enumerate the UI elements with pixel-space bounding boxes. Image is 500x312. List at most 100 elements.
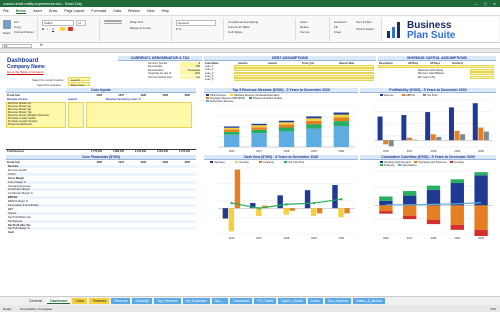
bar [222,208,229,219]
merge-center-button[interactable]: Merge & Center [130,26,151,30]
debt-header: DEBT ASSUMPTIONS [204,56,376,61]
bar [289,208,295,211]
format-painter-button[interactable]: Format Painter [14,30,34,34]
find-select-button[interactable]: Find & Select [356,27,374,31]
tab-top-revenue[interactable]: Top_Revenue [154,298,181,304]
bar [478,127,484,141]
x-tick-label: 2028 [431,149,437,153]
wc-input-row[interactable] [378,65,494,68]
menu-formulas[interactable]: Formulas [91,9,106,13]
tab-dashboard-2[interactable]: Dashboard [230,298,253,304]
wc-min-cash-input[interactable] [470,72,494,76]
bar [344,208,350,214]
name-box[interactable]: A1 [2,44,32,48]
wc-header: WORKING CAPITAL ASSUMPTIONS [378,56,496,61]
format-as-table-button[interactable]: Format as Table [228,25,249,29]
menu-view[interactable]: View [147,9,155,13]
scenario-select[interactable]: Base Case [68,82,90,87]
tab-subscript[interactable]: Subscript [132,298,153,304]
timeline-select[interactable]: Launch [68,77,90,82]
bar [251,129,267,134]
fill-color-icon[interactable] [60,27,65,31]
debt-input-row[interactable] [234,78,374,81]
financials-row: Net Profit After Tax [6,224,196,227]
number-format-select[interactable]: General [176,20,216,26]
financials-row: Revenue Growth [6,169,196,172]
conditional-formatting-button[interactable]: Conditional Formatting [228,20,258,24]
menu-help[interactable]: Help [161,9,168,13]
font-size-select[interactable]: 11 [76,20,86,26]
bar [278,127,295,132]
cell-styles-button[interactable]: Cell Styles [228,30,242,34]
clear-button[interactable]: Clear [334,30,341,34]
zoom-level[interactable]: 70% [490,307,500,311]
window-controls: — ▢ ✕ [474,2,500,6]
title-bar: custom-shell-reality-experiences.xlsx - … [0,0,500,7]
top5-revenue-chart[interactable]: Other Revenue Hardware Revenue (wholesal… [204,94,358,154]
currency-button[interactable]: $ % , [176,27,183,31]
minimize-button[interactable]: — [474,2,478,6]
font-name-select[interactable]: Calibri [42,20,74,26]
cut-button[interactable]: Cut [14,20,19,24]
insert-button[interactable]: Insert [300,20,308,24]
financials-row-label: Gross Margin [8,176,25,180]
worksheet[interactable]: Dashboard Company Name Go to the Table o… [0,53,500,296]
bar [450,224,464,230]
x-tick-label: 2028 [284,149,290,153]
menu-file[interactable]: File [3,9,9,13]
menu-page-layout[interactable]: Page Layout [64,9,84,13]
logo-mark-icon [387,22,400,38]
tab-revenue[interactable]: Revenue [111,298,131,304]
menu-data[interactable]: Data [113,9,121,13]
menu-review[interactable]: Review [128,9,140,13]
debt-table: Loan Name Amount Launch Term (yrs) Interest … [204,62,376,81]
tab-contents[interactable]: Contents [26,298,45,304]
menu-home[interactable]: Home [15,9,26,14]
menu-insert[interactable]: Insert [33,9,42,13]
cashflow-chart[interactable]: Operating Investing Financing Net Cash F… [204,161,358,241]
bar [474,205,488,230]
tab-ops-expense[interactable]: Ops_Expense [324,298,352,304]
menu-draw[interactable]: Draw [49,9,57,13]
x-tick-label: 2029 [311,236,317,240]
wc-min-cash-flag-input[interactable] [470,75,494,79]
font-color-icon[interactable] [68,27,73,31]
alignment-group: Wrap Text Merge & Center [102,18,172,41]
fill-button[interactable]: Fill [334,25,338,29]
tab-loans[interactable]: Loans [307,298,323,304]
paste-icon[interactable] [3,20,11,29]
profitability-chart[interactable]: Revenue EBITDA Net Profit 2026 2027 2028 20… [360,94,496,154]
tab-ops[interactable]: Ops_... [211,298,229,304]
bar [401,115,407,141]
core-inputs-header: Core Inputs [6,88,196,93]
tab-hw-expenses[interactable]: Hw_Expenses [182,298,210,304]
tab-timelines[interactable]: Timelines [89,298,110,304]
italic-button[interactable]: I [47,27,48,31]
wc-max-debt-input[interactable] [470,69,494,72]
bar [333,117,349,122]
close-button[interactable]: ✕ [493,2,496,6]
accessibility-status[interactable]: Accessibility: Investigate [20,307,53,311]
tab-ratios-metrics[interactable]: Ratios_&_Metrics [353,298,386,304]
financials-row-label: Net Profit After Tax [8,223,31,227]
bar [474,172,488,176]
align-icon[interactable] [104,20,122,24]
underline-button[interactable]: U [52,27,54,31]
paste-button[interactable]: Paste [3,31,11,35]
bold-button[interactable]: B [42,27,44,31]
delete-button[interactable]: Delete [300,25,309,29]
line-point [285,203,288,206]
autosum-button[interactable]: AutoSum [334,20,346,24]
copy-button[interactable]: Copy [14,25,21,29]
tab-capex-charts[interactable]: CapEx_Charts [278,298,306,304]
tab-cover[interactable]: Cover [72,298,88,304]
wrap-text-button[interactable]: Wrap Text [130,20,143,24]
toc-link[interactable]: Go to the Table of Contents [7,70,43,74]
cumulative-cashflow-chart[interactable]: Operating Cash Receipts Operating Cash P… [360,161,496,241]
tab-fs-charts[interactable]: FS_Charts [254,298,277,304]
maximize-button[interactable]: ▢ [484,2,487,6]
sort-filter-button[interactable]: Sort & Filter [356,20,372,24]
bar [436,136,442,141]
tab-dashboard[interactable]: Dashboard [47,298,71,304]
format-button[interactable]: Format [300,30,310,34]
